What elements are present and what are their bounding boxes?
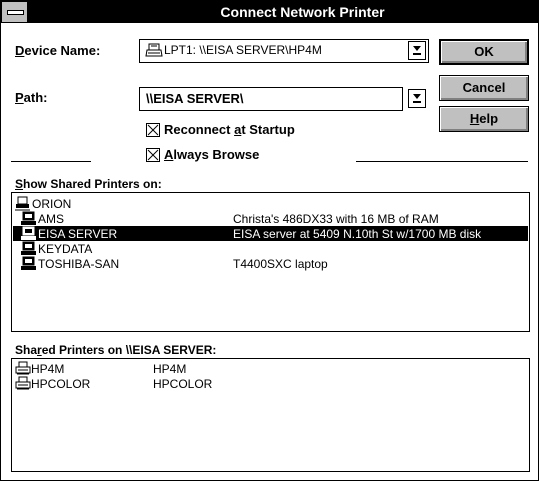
check-x-icon	[147, 124, 159, 136]
path-value: \\EISA SERVER\	[146, 91, 244, 106]
computer-name: EISA SERVER	[38, 227, 118, 241]
list-item[interactable]: HP4M HP4M	[13, 361, 528, 376]
computer-icon	[21, 256, 37, 271]
chevron-down-icon	[413, 94, 421, 99]
path-input[interactable]: \\EISA SERVER\	[139, 87, 403, 111]
path-dropdown-button[interactable]	[408, 89, 426, 108]
list-item[interactable]: ORION	[13, 196, 528, 211]
computer-icon	[21, 226, 37, 241]
printer-icon	[145, 43, 163, 57]
network-icon	[15, 196, 31, 211]
list-item[interactable]: HPCOLOR HPCOLOR	[13, 376, 528, 391]
path-label: Path:	[15, 90, 48, 105]
cancel-button[interactable]: Cancel	[439, 75, 529, 101]
dropdown-underline	[413, 53, 421, 55]
device-name-dropdown[interactable]: LPT1: \\EISA SERVER\HP4M	[139, 39, 429, 63]
system-menu-button[interactable]	[2, 2, 28, 22]
always-browse-label: Always Browse	[164, 147, 260, 162]
list-item[interactable]: KEYDATA	[13, 241, 528, 256]
ok-button[interactable]: OK	[439, 39, 529, 65]
dropdown-underline	[413, 101, 421, 103]
always-browse-checkbox[interactable]	[146, 148, 160, 162]
printer-icon	[15, 361, 31, 376]
computer-description: T4400SXC laptop	[233, 257, 328, 271]
system-menu-icon	[7, 10, 24, 15]
list-item[interactable]: EISA SERVER EISA server at 5409 N.10th St…	[13, 226, 528, 241]
title-bar: Connect Network Printer	[1, 1, 538, 23]
computer-name: ORION	[32, 197, 72, 211]
printer-icon	[15, 376, 31, 391]
show-shared-printers-label: Show Shared Printers on:	[15, 177, 162, 191]
printer-name: HPCOLOR	[31, 377, 91, 391]
check-x-icon	[147, 149, 159, 161]
connect-network-printer-dialog: Connect Network Printer Device Name: LPT…	[0, 0, 539, 481]
device-name-value: LPT1: \\EISA SERVER\HP4M	[164, 43, 322, 57]
computer-description: EISA server at 5409 N.10th St w/1700 MB …	[233, 227, 482, 241]
chevron-down-icon	[413, 46, 421, 51]
separator-left	[11, 161, 91, 162]
help-button[interactable]: Help	[439, 106, 529, 132]
window-title: Connect Network Printer	[220, 4, 385, 20]
computer-name: KEYDATA	[38, 242, 93, 256]
computer-name: AMS	[38, 212, 65, 226]
computer-description: Christa's 486DX33 with 16 MB of RAM	[233, 212, 439, 226]
shared-printers-label: Shared Printers on \\EISA SERVER:	[15, 343, 217, 357]
device-name-dropdown-button[interactable]	[408, 41, 426, 60]
network-computer-list[interactable]: ORION AMS Christa's 486DX33 with 16 MB of …	[11, 192, 530, 332]
device-name-label: Device Name:	[15, 43, 101, 58]
computer-icon	[21, 241, 37, 256]
shared-printer-list[interactable]: HP4M HP4M HPCOLOR HPCOLOR	[11, 358, 530, 472]
reconnect-checkbox[interactable]	[146, 123, 160, 137]
printer-name: HP4M	[31, 362, 65, 376]
list-item[interactable]: AMS Christa's 486DX33 with 16 MB of RAM	[13, 211, 528, 226]
computer-name: TOSHIBA-SAN	[38, 257, 120, 271]
computer-icon	[21, 211, 37, 226]
list-item[interactable]: TOSHIBA-SAN T4400SXC laptop	[13, 256, 528, 271]
printer-description: HP4M	[153, 362, 187, 376]
separator-right	[356, 161, 528, 162]
printer-description: HPCOLOR	[153, 377, 213, 391]
reconnect-label: Reconnect at Startup	[164, 122, 295, 137]
